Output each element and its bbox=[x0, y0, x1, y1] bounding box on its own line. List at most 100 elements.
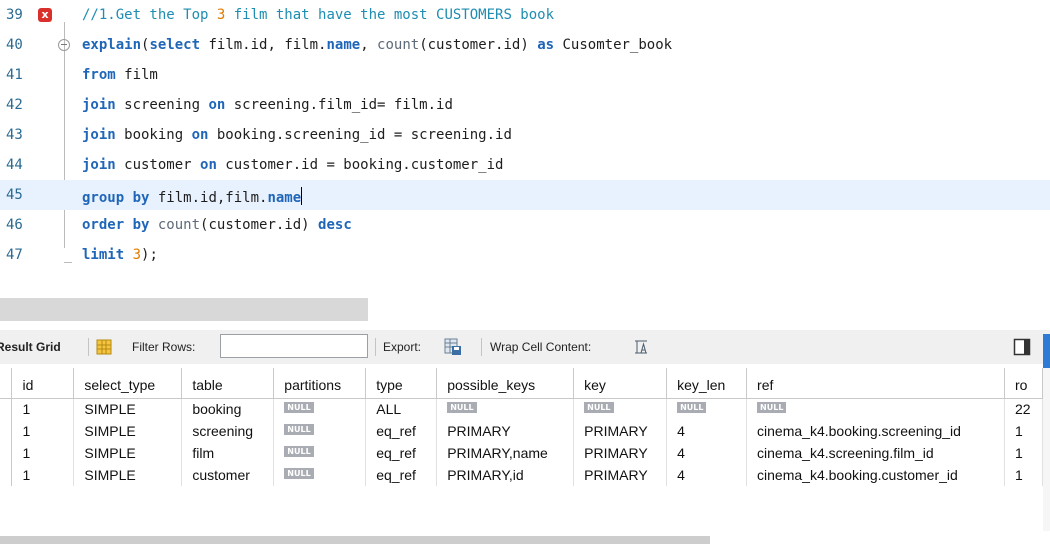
code-token: join bbox=[82, 97, 116, 113]
column-header[interactable]: partitions bbox=[273, 368, 367, 399]
table-row[interactable]: 1 SIMPLE booking NULL ALL NULL NULL NULL NULL 22 bbox=[0, 398, 1043, 420]
editor-scroll-thumb[interactable] bbox=[0, 298, 368, 321]
code-token: customer bbox=[115, 157, 201, 173]
null-badge: NULL bbox=[584, 402, 614, 414]
sql-editor[interactable]: 39 x //1.Get the Top 3 film that have the … bbox=[0, 0, 1050, 296]
fold-toggle-icon[interactable] bbox=[58, 39, 70, 51]
grid-vertical-scrollbar[interactable] bbox=[1043, 368, 1050, 544]
table-cell[interactable]: SIMPLE bbox=[73, 464, 183, 486]
table-cell[interactable]: 22 bbox=[1004, 398, 1043, 420]
table-cell[interactable]: 1 bbox=[1004, 442, 1043, 464]
wrap-text-icon[interactable] bbox=[634, 340, 648, 357]
code-line[interactable]: 47 limit 3); bbox=[0, 240, 1050, 270]
grid-layout-icon[interactable] bbox=[96, 339, 112, 358]
table-cell[interactable]: customer bbox=[181, 464, 275, 486]
toolbar-separator bbox=[481, 338, 482, 356]
code-token: film that have the most CUSTOMERS book bbox=[225, 7, 555, 23]
table-cell[interactable]: 4 bbox=[666, 420, 748, 442]
table-cell[interactable]: cinema_k4.screening.film_id bbox=[746, 442, 1005, 464]
table-cell[interactable]: 1 bbox=[11, 398, 75, 420]
table-row[interactable]: 1 SIMPLE film NULL eq_ref PRIMARY,name PRIMARY… bbox=[0, 442, 1043, 464]
table-cell[interactable]: SIMPLE bbox=[73, 442, 183, 464]
table-row[interactable]: 1 SIMPLE screening NULL eq_ref PRIMARY PRIMARY… bbox=[0, 420, 1043, 442]
table-cell[interactable]: eq_ref bbox=[365, 464, 438, 486]
result-grid-tab[interactable]: Result Grid bbox=[0, 340, 61, 354]
table-cell[interactable]: NULL bbox=[273, 442, 367, 464]
error-marker-icon[interactable]: x bbox=[38, 8, 52, 22]
export-icon[interactable] bbox=[443, 337, 463, 360]
column-header[interactable]: type bbox=[365, 368, 438, 399]
table-cell[interactable]: PRIMARY bbox=[573, 420, 668, 442]
editor-horizontal-scrollbar[interactable] bbox=[0, 298, 1050, 321]
code-line[interactable]: 40 explain(select film.id, film.name, cou… bbox=[0, 30, 1050, 60]
table-cell[interactable]: NULL bbox=[573, 398, 668, 420]
table-cell[interactable]: 1 bbox=[1004, 464, 1043, 486]
code-text: //1.Get the Top 3 film that have the mos… bbox=[82, 7, 554, 23]
code-token: on bbox=[200, 157, 217, 173]
table-cell[interactable]: 1 bbox=[1004, 420, 1043, 442]
table-cell[interactable]: NULL bbox=[273, 464, 367, 486]
table-cell[interactable]: 4 bbox=[666, 442, 748, 464]
column-header[interactable]: key_len bbox=[666, 368, 748, 399]
table-cell[interactable]: film bbox=[181, 442, 275, 464]
row-selector[interactable] bbox=[0, 398, 13, 420]
column-header[interactable]: key bbox=[573, 368, 668, 399]
table-cell[interactable]: eq_ref bbox=[365, 420, 438, 442]
code-line[interactable]: 42 join screening on screening.film_id= f… bbox=[0, 90, 1050, 120]
column-header[interactable]: ro bbox=[1004, 368, 1043, 399]
table-cell[interactable]: NULL bbox=[666, 398, 748, 420]
code-token: name bbox=[326, 37, 361, 53]
table-cell[interactable]: PRIMARY bbox=[436, 420, 575, 442]
code-line[interactable]: 46 order by count(customer.id) desc bbox=[0, 210, 1050, 240]
code-token: on bbox=[208, 97, 226, 113]
row-selector-header[interactable] bbox=[0, 368, 13, 399]
table-cell[interactable]: cinema_k4.booking.customer_id bbox=[746, 464, 1005, 486]
result-toolbar: Result Grid Filter Rows: Export: Wrap Ce… bbox=[0, 330, 1050, 364]
code-line[interactable]: 44 join customer on customer.id = booking… bbox=[0, 150, 1050, 180]
column-header[interactable]: table bbox=[181, 368, 275, 399]
code-token: film bbox=[115, 67, 158, 83]
table-cell[interactable]: cinema_k4.booking.screening_id bbox=[746, 420, 1005, 442]
row-selector[interactable] bbox=[0, 442, 13, 464]
code-token: explain bbox=[82, 37, 142, 53]
table-cell[interactable]: PRIMARY,id bbox=[436, 464, 575, 486]
table-cell[interactable]: NULL bbox=[746, 398, 1005, 420]
filter-rows-input[interactable] bbox=[220, 334, 368, 358]
grid-horizontal-scrollbar[interactable] bbox=[0, 531, 1050, 544]
column-header[interactable]: select_type bbox=[73, 368, 183, 399]
code-token: count bbox=[157, 217, 201, 233]
table-cell[interactable]: ALL bbox=[365, 398, 438, 420]
table-cell[interactable]: 4 bbox=[666, 464, 748, 486]
code-token: join bbox=[82, 127, 116, 143]
table-cell[interactable]: PRIMARY bbox=[573, 442, 668, 464]
table-cell[interactable]: PRIMARY,name bbox=[436, 442, 575, 464]
table-cell[interactable]: NULL bbox=[436, 398, 575, 420]
code-line[interactable]: 41 from film bbox=[0, 60, 1050, 90]
row-selector[interactable] bbox=[0, 420, 13, 442]
code-line[interactable]: 43 join booking on booking.screening_id =… bbox=[0, 120, 1050, 150]
table-cell[interactable]: NULL bbox=[273, 420, 367, 442]
table-cell[interactable]: 1 bbox=[11, 420, 75, 442]
column-header[interactable]: ref bbox=[746, 368, 1005, 399]
row-selector[interactable] bbox=[0, 464, 13, 486]
table-cell[interactable]: 1 bbox=[11, 464, 75, 486]
column-header[interactable]: possible_keys bbox=[436, 368, 575, 399]
table-row[interactable]: 1 SIMPLE customer NULL eq_ref PRIMARY,id PRIMA… bbox=[0, 464, 1043, 486]
result-grid[interactable]: id select_type table partitions type possible… bbox=[0, 368, 1043, 528]
table-cell[interactable]: PRIMARY bbox=[573, 464, 668, 486]
table-cell[interactable]: screening bbox=[181, 420, 275, 442]
code-line[interactable]: 45 group by film.id,film.name bbox=[0, 180, 1050, 210]
grid-scroll-thumb[interactable] bbox=[0, 536, 710, 544]
toggle-panel-icon[interactable] bbox=[1013, 338, 1031, 359]
table-cell[interactable]: eq_ref bbox=[365, 442, 438, 464]
table-cell[interactable]: SIMPLE bbox=[73, 398, 183, 420]
code-token: film.id,film. bbox=[149, 190, 268, 206]
table-cell[interactable]: SIMPLE bbox=[73, 420, 183, 442]
table-cell[interactable]: NULL bbox=[273, 398, 367, 420]
table-cell[interactable]: booking bbox=[181, 398, 275, 420]
code-line[interactable]: 39 x //1.Get the Top 3 film that have the … bbox=[0, 0, 1050, 30]
code-token: film.id, film. bbox=[200, 37, 327, 53]
column-header[interactable]: id bbox=[11, 368, 75, 399]
code-token: (customer.id) bbox=[200, 217, 319, 233]
table-cell[interactable]: 1 bbox=[11, 442, 75, 464]
